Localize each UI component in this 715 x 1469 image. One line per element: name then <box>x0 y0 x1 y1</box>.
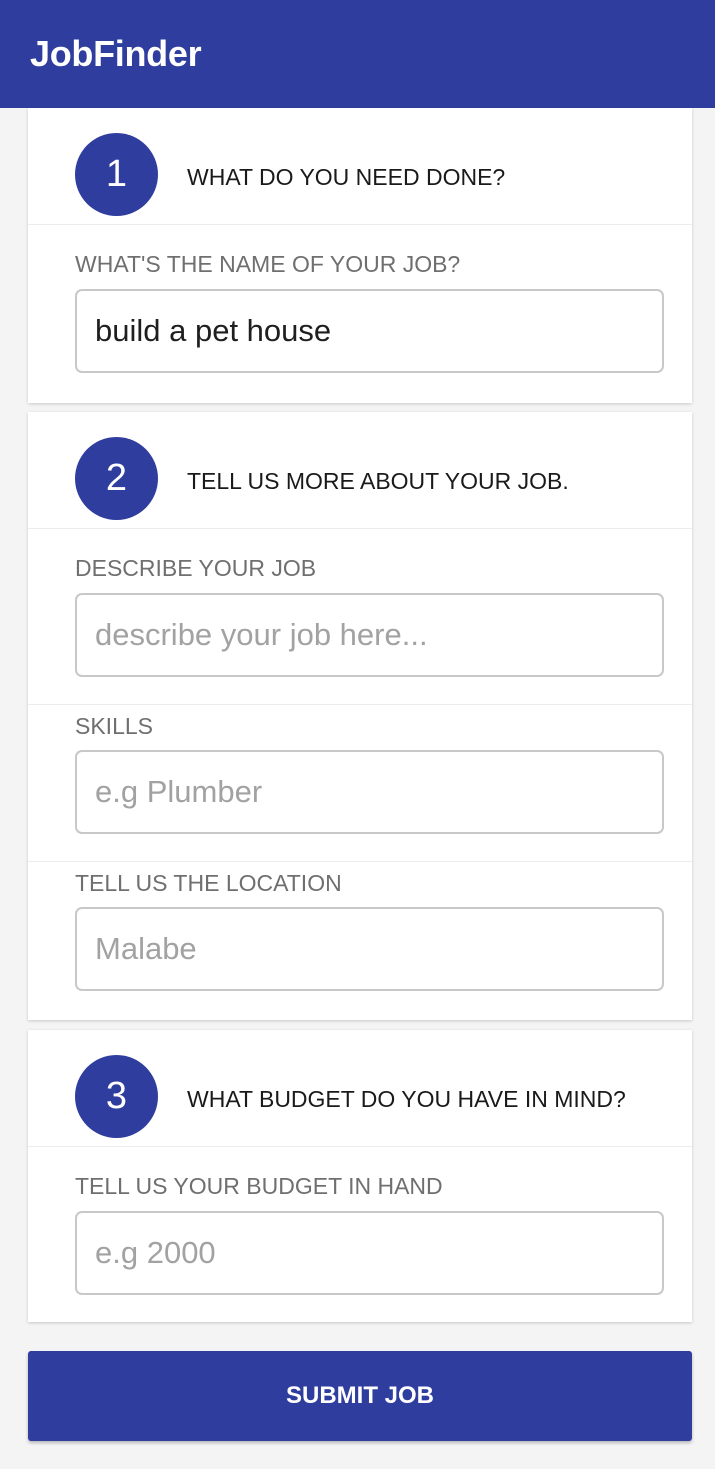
job-name-field: WHAT'S THE NAME OF YOUR JOB? <box>28 225 692 403</box>
submit-job-button[interactable]: SUBMIT JOB <box>28 1351 692 1441</box>
skills-label: SKILLS <box>75 713 153 739</box>
step-1-number-badge: 1 <box>75 133 158 216</box>
step-3-title: WHAT BUDGET DO YOU HAVE IN MIND? <box>187 1086 626 1112</box>
job-description-field: DESCRIBE YOUR JOB <box>28 529 692 705</box>
step-1-title: WHAT DO YOU NEED DONE? <box>187 164 506 190</box>
budget-label: TELL US YOUR BUDGET IN HAND <box>75 1173 443 1199</box>
location-label: TELL US THE LOCATION <box>75 870 342 896</box>
step-3-header: 3 WHAT BUDGET DO YOU HAVE IN MIND? <box>28 1030 692 1147</box>
step-3-number-badge: 3 <box>75 1055 158 1138</box>
budget-input[interactable] <box>75 1211 664 1295</box>
step-2-header: 2 TELL US MORE ABOUT YOUR JOB. <box>28 412 692 529</box>
location-field: TELL US THE LOCATION <box>28 862 692 1019</box>
step-1-card: 1 WHAT DO YOU NEED DONE? WHAT'S THE NAME… <box>28 108 692 403</box>
app-title: JobFinder <box>30 33 202 74</box>
step-2-title: TELL US MORE ABOUT YOUR JOB. <box>187 468 569 494</box>
location-input[interactable] <box>75 907 664 991</box>
job-description-label: DESCRIBE YOUR JOB <box>75 555 317 581</box>
step-2-number-badge: 2 <box>75 437 158 520</box>
job-name-label: WHAT'S THE NAME OF YOUR JOB? <box>75 251 461 277</box>
job-description-input[interactable] <box>75 593 664 677</box>
budget-field: TELL US YOUR BUDGET IN HAND <box>28 1147 692 1322</box>
skills-field: SKILLS <box>28 705 692 862</box>
app-bar: JobFinder <box>0 0 715 108</box>
step-1-header: 1 WHAT DO YOU NEED DONE? <box>28 108 692 225</box>
skills-input[interactable] <box>75 750 664 834</box>
step-2-card: 2 TELL US MORE ABOUT YOUR JOB. DESCRIBE … <box>28 412 692 1020</box>
job-name-input[interactable] <box>75 289 664 373</box>
step-3-card: 3 WHAT BUDGET DO YOU HAVE IN MIND? TELL … <box>28 1030 692 1322</box>
